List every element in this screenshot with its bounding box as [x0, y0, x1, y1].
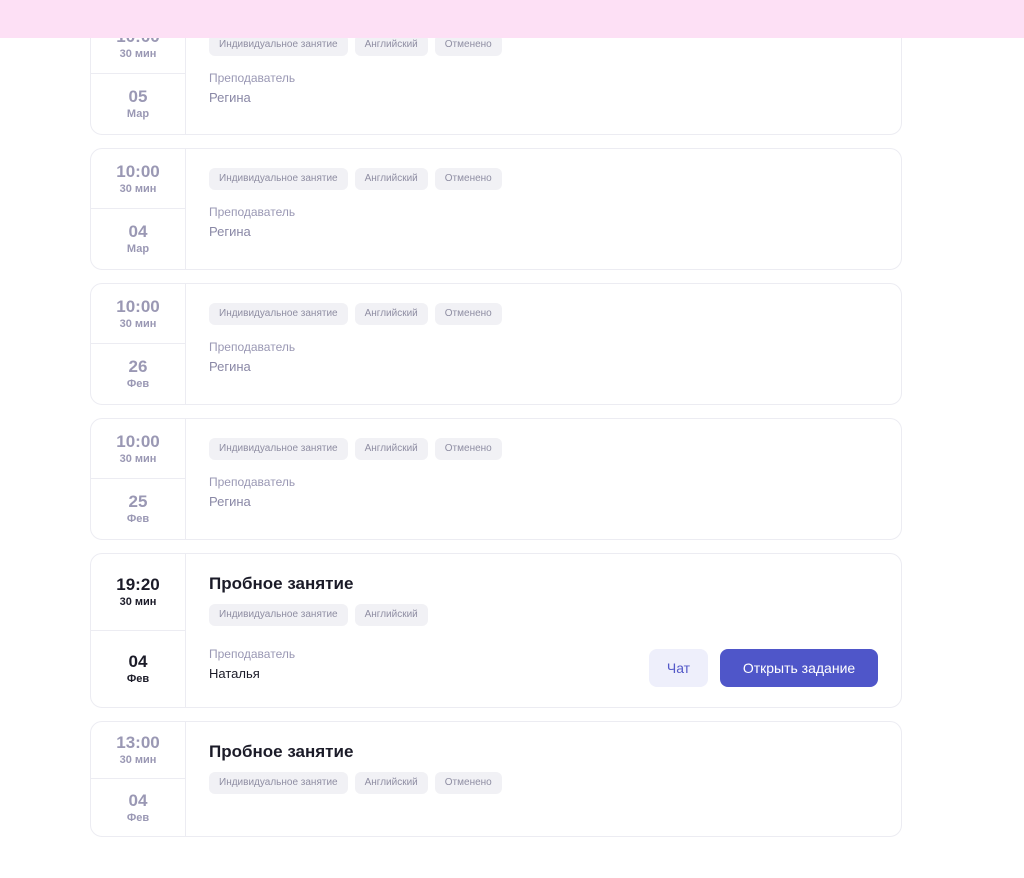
teacher-label: Преподаватель — [209, 205, 296, 219]
lesson-date-cell: 04 Фев — [91, 631, 185, 707]
lesson-tags: Индивидуальное занятие Английский Отмене… — [209, 438, 901, 460]
lesson-title: Пробное занятие — [209, 574, 354, 593]
lesson-card[interactable]: 10:00 30 мин 25 Фев Индивидуальное занят… — [90, 418, 902, 540]
lesson-time-cell: 10:00 30 мин — [91, 149, 185, 209]
lesson-day: 04 — [128, 222, 148, 241]
tag-status: Отменено — [434, 168, 502, 190]
tag-lesson-type: Индивидуальное занятие — [209, 604, 348, 626]
lesson-tags: Индивидуальное занятие Английский Отмене… — [209, 772, 901, 794]
tag-subject: Английский — [354, 604, 428, 626]
open-task-button[interactable]: Открыть задание — [720, 649, 878, 687]
teacher-name: Регина — [209, 90, 251, 105]
lesson-datetime: 10:00 30 мин 25 Фев — [91, 419, 186, 539]
lesson-day: 26 — [128, 357, 148, 376]
lesson-details: Пробное занятие Индивидуальное занятие А… — [186, 554, 901, 707]
lesson-details: Индивидуальное занятие Английский Отмене… — [186, 149, 901, 269]
lesson-time-cell: 10:00 30 мин — [91, 419, 185, 479]
lesson-details: Пробное занятие Индивидуальное занятие А… — [186, 722, 901, 836]
lesson-time: 19:20 — [116, 575, 160, 594]
lesson-date-cell: 25 Фев — [91, 479, 185, 539]
lesson-month: Фев — [126, 811, 150, 824]
lesson-time: 10:00 — [116, 161, 160, 181]
lesson-datetime: 19:20 30 мин 04 Фев — [91, 554, 186, 707]
lesson-duration: 30 мин — [119, 317, 157, 330]
tag-lesson-type: Индивидуальное занятие — [209, 438, 348, 460]
lesson-datetime: 10:00 30 мин 26 Фев — [91, 284, 186, 404]
tag-lesson-type: Индивидуальное занятие — [209, 772, 348, 794]
lesson-time: 10:00 — [116, 296, 160, 316]
lesson-date-cell: 04 Фев — [91, 779, 185, 836]
teacher-label: Преподаватель — [209, 475, 296, 489]
tag-status: Отменено — [434, 303, 502, 325]
lesson-day: 04 — [128, 652, 148, 671]
lesson-tags: Индивидуальное занятие Английский Отмене… — [209, 168, 901, 190]
lesson-duration: 30 мин — [119, 182, 157, 195]
lesson-tags: Индивидуальное занятие Английский Отмене… — [209, 303, 901, 325]
lesson-date-cell: 04 Мар — [91, 209, 185, 269]
lesson-day: 04 — [128, 790, 148, 810]
teacher-name: Регина — [209, 224, 251, 239]
teacher-label: Преподаватель — [209, 340, 296, 354]
lesson-duration: 30 мин — [119, 47, 157, 60]
lesson-time: 10:00 — [116, 431, 160, 451]
lesson-month: Фев — [126, 673, 150, 685]
lesson-month: Мар — [126, 243, 150, 255]
lesson-time: 13:00 — [116, 733, 160, 752]
lesson-date-cell: 05 Мар — [91, 74, 185, 134]
lesson-time-cell: 13:00 30 мин — [91, 722, 185, 779]
lesson-list: 10:00 30 мин 05 Мар Индивидуальное занят… — [90, 13, 902, 850]
lesson-tags: Индивидуальное занятие Английский — [209, 604, 901, 626]
teacher-name: Регина — [209, 359, 251, 374]
lesson-month: Мар — [126, 108, 150, 120]
tag-lesson-type: Индивидуальное занятие — [209, 303, 348, 325]
teacher-name: Регина — [209, 494, 251, 509]
lesson-day: 05 — [128, 87, 148, 106]
tag-subject: Английский — [354, 303, 428, 325]
top-header-bar — [0, 0, 1024, 38]
tag-subject: Английский — [354, 772, 428, 794]
tag-subject: Английский — [354, 168, 428, 190]
lesson-date-cell: 26 Фев — [91, 344, 185, 404]
tag-subject: Английский — [354, 438, 428, 460]
teacher-label: Преподаватель — [209, 71, 296, 85]
lesson-duration: 30 мин — [119, 452, 157, 465]
lesson-title: Пробное занятие — [209, 742, 354, 761]
lesson-card[interactable]: 10:00 30 мин 04 Мар Индивидуальное занят… — [90, 148, 902, 270]
lesson-time-cell: 19:20 30 мин — [91, 554, 185, 631]
lesson-month: Фев — [126, 513, 150, 525]
lesson-month: Фев — [126, 378, 150, 390]
lesson-card[interactable]: 13:00 30 мин 04 Фев Пробное занятие Инди… — [90, 721, 902, 837]
lesson-datetime: 10:00 30 мин 04 Мар — [91, 149, 186, 269]
lesson-duration: 30 мин — [119, 596, 157, 608]
lesson-card[interactable]: 10:00 30 мин 26 Фев Индивидуальное занят… — [90, 283, 902, 405]
tag-lesson-type: Индивидуальное занятие — [209, 168, 348, 190]
lesson-time-cell: 10:00 30 мин — [91, 284, 185, 344]
lesson-details: Индивидуальное занятие Английский Отмене… — [186, 419, 901, 539]
lesson-details: Индивидуальное занятие Английский Отмене… — [186, 284, 901, 404]
tag-status: Отменено — [434, 438, 502, 460]
tag-status: Отменено — [434, 772, 502, 794]
lesson-datetime: 13:00 30 мин 04 Фев — [91, 722, 186, 836]
lesson-day: 25 — [128, 492, 148, 511]
chat-button[interactable]: Чат — [649, 649, 708, 687]
lesson-card-active[interactable]: 19:20 30 мин 04 Фев Пробное занятие Инди… — [90, 553, 902, 708]
lesson-duration: 30 мин — [119, 754, 157, 766]
